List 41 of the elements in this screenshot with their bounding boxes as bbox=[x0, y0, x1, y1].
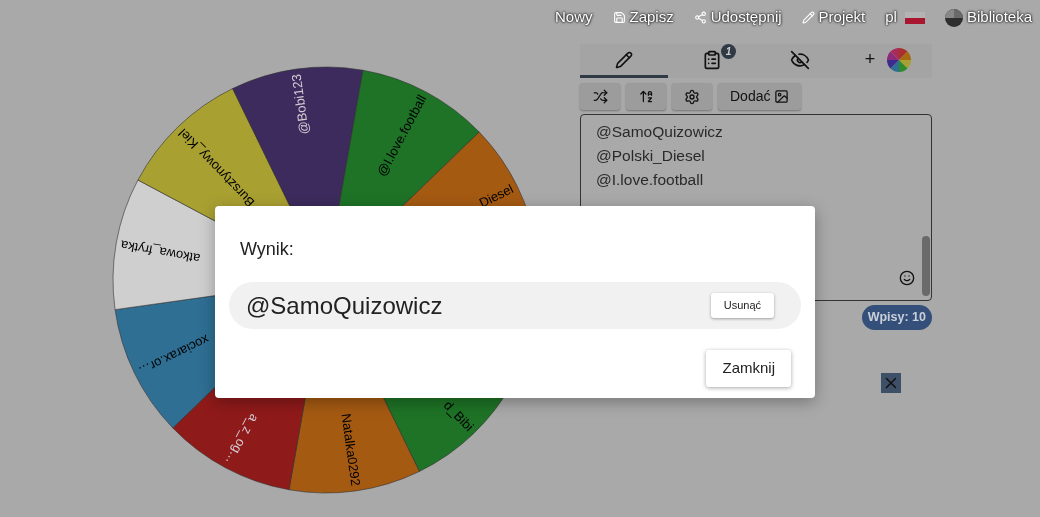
image-icon bbox=[774, 89, 790, 104]
entry-line: @SamoQuizowicz bbox=[596, 122, 723, 142]
toolbar-button[interactable] bbox=[626, 83, 666, 110]
result-text: @SamoQuizowicz bbox=[246, 290, 443, 321]
color-wheel-icon bbox=[887, 47, 912, 72]
nav-link[interactable]: Biblioteka bbox=[944, 6, 1032, 29]
close-dialog-button[interactable]: Zamknij bbox=[706, 350, 791, 387]
close-button[interactable] bbox=[881, 372, 901, 393]
scrollbar-thumb bbox=[922, 236, 930, 296]
tab[interactable]: 1 bbox=[668, 44, 756, 78]
dialog-title: Wynik: bbox=[240, 238, 294, 261]
settings-icon bbox=[684, 88, 700, 105]
nav-link[interactable]: Udostępnij bbox=[693, 6, 782, 29]
entry-line: @Polski_Diesel bbox=[596, 146, 705, 166]
library-icon bbox=[944, 8, 963, 27]
entries-count-badge: Wpisy: 10 bbox=[861, 305, 932, 330]
count-badge: 1 bbox=[721, 43, 736, 59]
pencil-icon bbox=[801, 11, 815, 24]
entry-line: @I.love.football bbox=[596, 170, 704, 190]
sort-icon bbox=[638, 89, 654, 104]
emoji-icon[interactable] bbox=[899, 270, 915, 286]
pencil-icon bbox=[615, 50, 633, 69]
tab[interactable]: + bbox=[844, 44, 932, 78]
toolbar-button[interactable] bbox=[580, 83, 620, 110]
share-icon bbox=[693, 11, 707, 24]
segment-label: @Bobi123 bbox=[288, 73, 312, 136]
nav-link[interactable]: pl bbox=[885, 6, 925, 29]
segment-label: Natalka0292 bbox=[338, 412, 364, 487]
toolbar-button[interactable]: Dodać bbox=[718, 83, 802, 110]
nav-link[interactable]: Zapisz bbox=[612, 6, 674, 29]
save-icon bbox=[612, 11, 626, 24]
nav-link[interactable]: Projekt bbox=[801, 6, 866, 29]
shuffle-icon bbox=[592, 89, 608, 104]
toolbar-button[interactable] bbox=[672, 83, 712, 110]
eye-off-icon bbox=[790, 49, 810, 70]
clipboard-icon bbox=[702, 49, 722, 70]
remove-button[interactable]: Usunąć bbox=[710, 293, 774, 318]
poland-flag-icon bbox=[904, 11, 925, 24]
segment-label: atkowa_frytka bbox=[119, 237, 202, 267]
segment-label: Diesel bbox=[476, 181, 516, 211]
nav-link[interactable]: Nowy bbox=[555, 6, 593, 29]
